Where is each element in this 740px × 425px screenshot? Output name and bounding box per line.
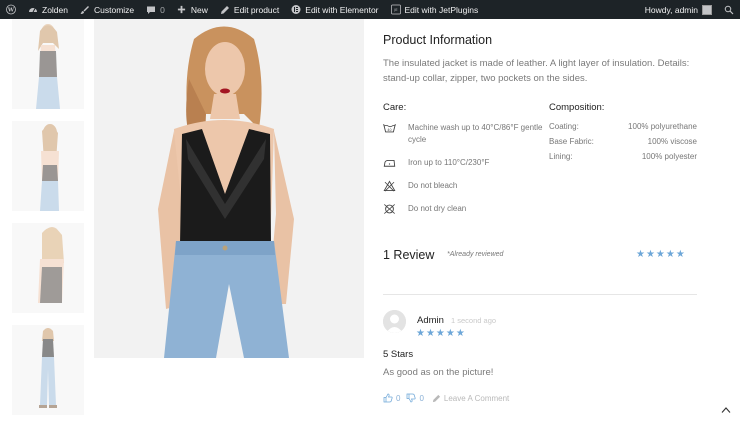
- search-icon: [724, 5, 734, 15]
- review-title: 5 Stars: [383, 349, 414, 360]
- like-button[interactable]: 0: [383, 393, 400, 403]
- product-thumbnail[interactable]: [12, 121, 84, 211]
- model-back-image: [12, 121, 84, 211]
- care-heading: Care:: [383, 102, 407, 113]
- new-label: New: [190, 4, 208, 15]
- svg-text:JE: JE: [393, 8, 397, 12]
- howdy-text: Howdy, admin: [644, 4, 698, 15]
- iron-icon: [383, 157, 396, 169]
- svg-text:W: W: [7, 8, 15, 14]
- thumbs-down-icon: [407, 393, 416, 403]
- pencil-icon: [432, 394, 441, 402]
- dashboard-icon: [28, 5, 38, 15]
- wordpress-logo-button[interactable]: W: [0, 0, 22, 19]
- care-item: Do not dry clean: [383, 203, 548, 215]
- model-side-image: [12, 223, 84, 313]
- dislike-count: 0: [419, 393, 424, 403]
- site-name-link[interactable]: Zolden: [22, 0, 74, 19]
- care-item: 40 Machine wash up to 40°C/86°F gentle c…: [383, 122, 548, 146]
- edit-elementor-link[interactable]: Edit with Elementor: [285, 0, 384, 19]
- care-item-text: Machine wash up to 40°C/86°F gentle cycl…: [408, 123, 543, 144]
- user-silhouette-icon: [383, 310, 406, 333]
- review-author: Admin: [417, 315, 444, 326]
- wash-icon: 40: [383, 122, 396, 134]
- jetplugins-icon: JE: [390, 4, 401, 15]
- care-item: Iron up to 110°C/230°F: [383, 157, 548, 169]
- leave-comment-label: Leave A Comment: [443, 393, 510, 403]
- already-reviewed-note: *Already reviewed: [447, 251, 504, 258]
- admin-bar: W Zolden Customize 0 New Edit product Ed…: [0, 0, 740, 19]
- dislike-button[interactable]: 0: [406, 393, 424, 403]
- comments-count: 0: [160, 4, 165, 15]
- plus-icon: [177, 5, 187, 15]
- review-actions: 0 0 Leave A Comment: [383, 393, 509, 403]
- edit-product-label: Edit product: [233, 4, 280, 15]
- composition-value: 100% viscose: [647, 137, 697, 146]
- composition-value: 100% polyurethane: [628, 122, 697, 131]
- thumbs-up-icon: [383, 393, 393, 403]
- product-thumbnail[interactable]: [12, 223, 84, 313]
- reviewer-avatar: [383, 310, 406, 333]
- comment-icon: [146, 5, 156, 15]
- chevron-up-icon: [721, 407, 731, 413]
- reviews-heading: 1 Review: [383, 248, 435, 262]
- model-front-image: [12, 19, 84, 109]
- care-item: Do not bleach: [383, 180, 548, 192]
- edit-jetplugins-label: Edit with JetPlugins: [404, 4, 479, 15]
- edit-product-link[interactable]: Edit product: [214, 0, 285, 19]
- customize-link[interactable]: Customize: [74, 0, 140, 19]
- composition-row: Base Fabric: 100% viscose: [549, 137, 697, 146]
- product-main-image[interactable]: [94, 19, 364, 358]
- svg-text:40: 40: [387, 128, 391, 132]
- review-stars: ★★★★★: [416, 328, 466, 339]
- average-rating-stars: ★★★★★: [636, 249, 686, 260]
- adminbar-search-button[interactable]: [718, 0, 740, 19]
- composition-label: Lining:: [549, 152, 573, 161]
- care-item-text: Iron up to 110°C/230°F: [408, 158, 490, 167]
- product-thumbnail[interactable]: [12, 325, 84, 415]
- site-name: Zolden: [42, 4, 68, 15]
- new-content-link[interactable]: New: [171, 0, 214, 19]
- like-count: 0: [396, 393, 401, 403]
- no-dry-clean-icon: [383, 203, 396, 215]
- elementor-icon: [291, 5, 301, 15]
- admin-avatar: [702, 4, 712, 15]
- edit-elementor-label: Edit with Elementor: [305, 4, 379, 15]
- composition-label: Base Fabric:: [549, 137, 594, 146]
- pencil-icon: [220, 5, 230, 15]
- no-bleach-icon: [383, 180, 396, 192]
- model-main-photo: [94, 19, 364, 358]
- care-item-text: Do not dry clean: [408, 204, 467, 213]
- review-body: As good as on the picture!: [383, 367, 494, 378]
- edit-jetplugins-link[interactable]: JE Edit with JetPlugins: [385, 0, 485, 19]
- customize-label: Customize: [94, 4, 135, 15]
- composition-row: Lining: 100% polyester: [549, 152, 697, 161]
- composition-row: Coating: 100% polyurethane: [549, 122, 697, 131]
- scroll-to-top-button[interactable]: [720, 404, 732, 416]
- review-time: 1 second ago: [451, 316, 497, 325]
- composition-value: 100% polyester: [641, 152, 697, 161]
- product-thumbnail[interactable]: [12, 19, 84, 109]
- model-full-image: [12, 325, 84, 415]
- product-info-title: Product Information: [383, 33, 493, 47]
- leave-comment-button[interactable]: Leave A Comment: [432, 394, 509, 403]
- care-item-text: Do not bleach: [408, 181, 458, 190]
- brush-icon: [80, 5, 90, 15]
- product-description: The insulated jacket is made of leather.…: [383, 58, 690, 84]
- comments-link[interactable]: 0: [140, 0, 171, 19]
- reviews-divider: [383, 294, 697, 295]
- composition-label: Coating:: [549, 122, 579, 131]
- composition-heading: Composition:: [549, 102, 605, 113]
- wordpress-icon: W: [6, 4, 16, 15]
- my-account-link[interactable]: Howdy, admin: [639, 0, 718, 19]
